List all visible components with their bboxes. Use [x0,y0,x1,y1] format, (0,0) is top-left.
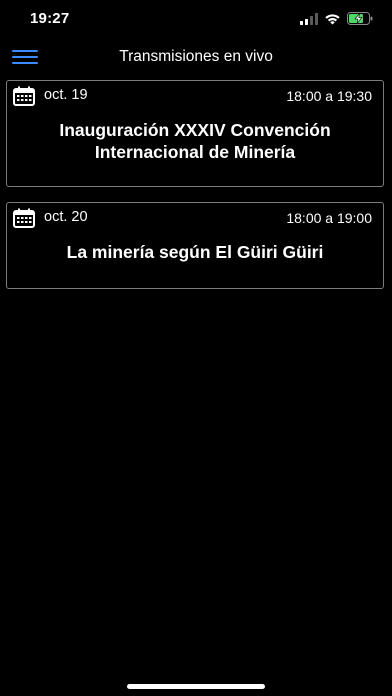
event-card-2[interactable]: oct. 20 18:00 a 19:00 La minería según E… [6,202,384,289]
calendar-icon [13,86,35,106]
home-indicator[interactable] [127,684,265,689]
event-date: oct. 20 [44,209,88,225]
battery-charging-icon [347,12,374,30]
status-icons [300,12,374,30]
event-title-line-1: Inauguración XXXIV Convención [59,120,331,140]
event-title-line-2: Internacional de Minería [94,142,296,162]
event-time: 18:00 a 19:30 [286,88,372,104]
calendar-icon [13,208,35,228]
event-time: 18:00 a 19:00 [286,210,372,226]
event-card-1[interactable]: oct. 19 18:00 a 19:30 Inauguración XXXIV… [6,80,384,187]
page-title: Transmisiones en vivo [119,48,273,65]
event-title: Inauguración XXXIV Convención Internacio… [17,119,373,163]
event-title-line-1: La minería según El Güiri Güiri [66,242,324,262]
event-title: La minería según El Güiri Güiri [17,241,373,263]
event-date: oct. 19 [44,87,88,103]
nav-bar: Transmisiones en vivo [0,40,392,74]
status-bar: 19:27 [0,0,392,36]
status-time: 19:27 [30,10,70,27]
wifi-icon [324,12,341,30]
signal-icon [300,12,318,30]
